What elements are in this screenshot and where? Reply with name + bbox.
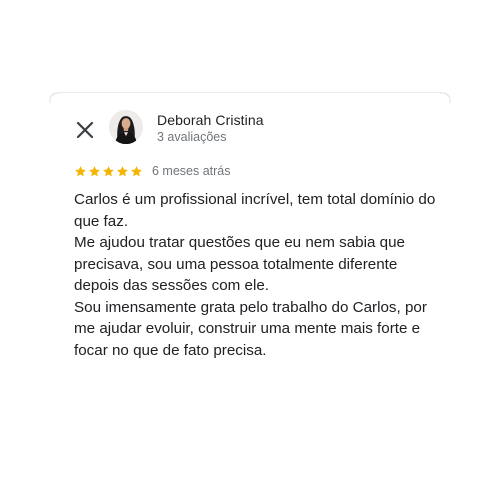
reviewer-name[interactable]: Deborah Cristina (157, 112, 264, 128)
star-icon (75, 165, 86, 176)
close-icon (76, 121, 94, 139)
close-button[interactable] (74, 119, 96, 141)
review-date: 6 meses atrás (152, 164, 231, 178)
screen: Deborah Cristina 3 avaliações 6 meses at… (0, 0, 500, 500)
star-icon (103, 165, 114, 176)
card-corner-left (49, 92, 60, 103)
rating-row: 6 meses atrás (74, 163, 231, 179)
review-paragraph: Sou imensamente grata pelo trabalho do C… (74, 298, 427, 359)
star-icon (117, 165, 128, 176)
star-rating (74, 165, 143, 178)
review-paragraph: Me ajudou tratar questões que eu nem sab… (74, 234, 405, 294)
star-icon (89, 165, 100, 176)
avatar-image (109, 110, 143, 144)
review-paragraph: Carlos é um profissional incrível, tem t… (74, 191, 436, 230)
review-text: Carlos é um profissional incrível, tem t… (74, 189, 436, 361)
review-count: 3 avaliações (157, 130, 227, 144)
review-card: Deborah Cristina 3 avaliações 6 meses at… (49, 92, 451, 411)
avatar[interactable] (109, 110, 143, 144)
card-corner-right (440, 92, 451, 103)
star-icon (131, 165, 142, 176)
